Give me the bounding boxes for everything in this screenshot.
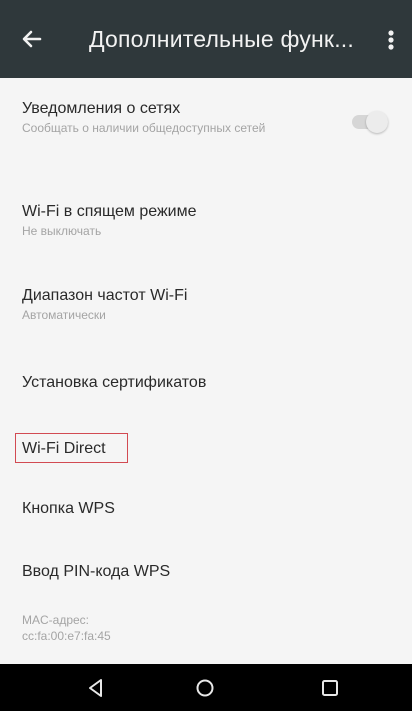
nav-recents-icon[interactable]	[315, 673, 345, 703]
more-vert-icon[interactable]	[378, 24, 404, 56]
network-notifications-item[interactable]: Уведомления о сетях Сообщать о наличии о…	[22, 98, 322, 136]
network-notifications-summary: Сообщать о наличии общедоступных сетей	[22, 121, 266, 135]
nav-home-icon[interactable]	[190, 673, 220, 703]
wps-button-title: Кнопка WPS	[22, 500, 115, 517]
nav-back-icon[interactable]	[81, 673, 111, 703]
install-certificates-item[interactable]: Установка сертификатов	[22, 372, 390, 393]
settings-list: Уведомления о сетях Сообщать о наличии о…	[0, 78, 412, 664]
toggle-thumb	[366, 111, 388, 133]
wifi-direct-title: Wi-Fi Direct	[22, 440, 106, 457]
wps-button-item[interactable]: Кнопка WPS	[22, 498, 390, 519]
wifi-sleep-item[interactable]: Wi-Fi в спящем режиме Не выключать	[22, 201, 390, 239]
page-title: Дополнительные функ...	[89, 26, 354, 52]
network-notifications-toggle[interactable]	[352, 111, 388, 133]
wifi-direct-item[interactable]: Wi-Fi Direct	[15, 433, 128, 463]
install-certificates-title: Установка сертификатов	[22, 374, 207, 391]
wps-pin-title: Ввод PIN-кода WPS	[22, 563, 171, 580]
system-nav-bar	[0, 664, 412, 711]
wifi-sleep-summary: Не выключать	[22, 224, 102, 238]
wifi-sleep-title: Wi-Fi в спящем режиме	[22, 203, 197, 220]
network-notifications-title: Уведомления о сетях	[22, 100, 181, 117]
mac-address-label: MAC-адрес:	[22, 613, 90, 627]
wifi-band-item[interactable]: Диапазон частот Wi-Fi Автоматически	[22, 285, 390, 323]
app-bar: Дополнительные функ...	[0, 0, 412, 78]
wps-pin-item[interactable]: Ввод PIN-кода WPS	[22, 561, 390, 582]
mac-address-item: MAC-адрес: cc:fa:00:e7:fa:45	[22, 612, 390, 644]
wifi-band-summary: Автоматически	[22, 308, 106, 322]
wifi-band-title: Диапазон частот Wi-Fi	[22, 287, 188, 304]
mac-address-value: cc:fa:00:e7:fa:45	[22, 629, 111, 643]
back-arrow-icon[interactable]	[17, 24, 47, 54]
